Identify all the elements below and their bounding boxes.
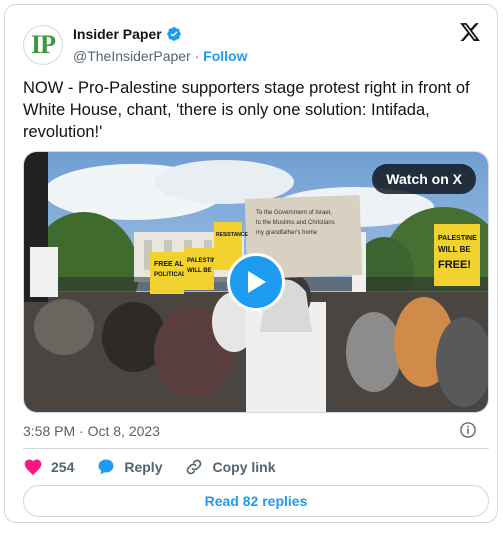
read-replies-button[interactable]: Read 82 replies	[23, 485, 489, 517]
like-count: 254	[51, 459, 75, 475]
link-icon	[187, 459, 202, 475]
copy-link-label: Copy link	[212, 459, 276, 475]
tweet-text: NOW - Pro-Palestine supporters stage pro…	[23, 79, 470, 141]
tweet-card: IP Insider Paper @TheInsiderPaper · Foll…	[4, 4, 498, 523]
play-icon	[248, 271, 266, 293]
author-handle[interactable]: @TheInsiderPaper	[73, 48, 191, 64]
author-name-row[interactable]: Insider Paper	[73, 26, 182, 42]
svg-text:FREE!: FREE!	[438, 259, 471, 271]
svg-text:POLITICAL: POLITICAL	[154, 272, 186, 278]
follow-link[interactable]: Follow	[203, 48, 247, 64]
svg-text:PALESTINE: PALESTINE	[438, 235, 477, 242]
read-replies-label: Read 82 replies	[204, 493, 308, 509]
video-thumbnail[interactable]: To the Government of Israel, to the Musl…	[23, 151, 489, 413]
author-avatar[interactable]: IP	[23, 25, 63, 65]
reply-button[interactable]: Reply	[96, 457, 162, 477]
handle-separator: ·	[194, 48, 200, 64]
svg-text:FREE ALL: FREE ALL	[154, 261, 189, 268]
copy-link-button[interactable]: Copy link	[184, 457, 276, 477]
svg-text:WILL BE: WILL BE	[187, 268, 212, 274]
reply-label: Reply	[124, 459, 163, 475]
author-handle-row: @TheInsiderPaper · Follow	[73, 48, 248, 64]
divider	[23, 448, 489, 449]
heart-icon	[24, 459, 42, 475]
author-name[interactable]: Insider Paper	[73, 26, 162, 42]
action-bar: 254 Reply Copy link	[23, 457, 298, 477]
verified-badge-icon	[166, 27, 181, 41]
like-button[interactable]: 254	[23, 457, 74, 477]
tweet-timestamp[interactable]: 3:58 PM · Oct 8, 2023	[23, 423, 160, 439]
author-logo-text: IP	[31, 30, 56, 59]
svg-text:To the Government of Israel,: To the Government of Israel,	[256, 210, 332, 216]
x-logo-icon[interactable]	[459, 21, 481, 43]
svg-text:my grandfather's home: my grandfather's home	[256, 230, 318, 236]
svg-text:to the Muslims and Christians: to the Muslims and Christians	[256, 220, 335, 226]
svg-text:WILL BE: WILL BE	[438, 245, 471, 254]
watch-on-x-button[interactable]: Watch on X	[372, 164, 476, 194]
svg-text:RESISTANCE: RESISTANCE	[216, 232, 249, 238]
info-icon[interactable]	[459, 421, 477, 439]
play-button[interactable]	[227, 253, 285, 311]
reply-bubble-icon	[98, 459, 114, 475]
